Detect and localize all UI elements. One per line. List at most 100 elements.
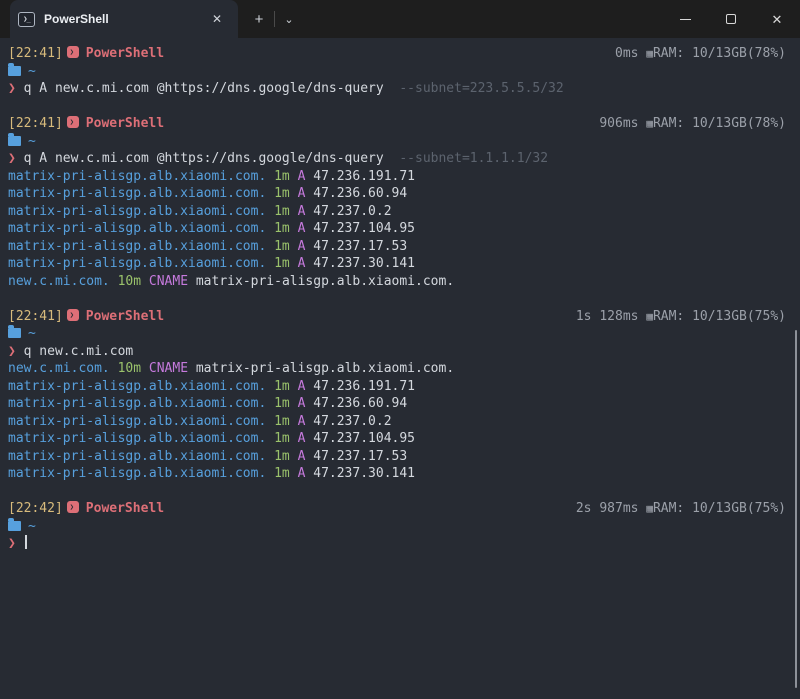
terminal-line-header: [22:42]PowerShell2s 987ms ▦RAM: 10/13GB(…	[8, 500, 786, 518]
dns-host: matrix-pri-alisgp.alb.xiaomi.com.	[8, 466, 274, 481]
dns-record-type: A	[298, 204, 314, 219]
terminal-line-cwd: ~	[8, 63, 786, 81]
close-icon: ✕	[772, 13, 783, 26]
ram-usage: RAM: 10/13GB(78%)	[653, 46, 786, 61]
line-left: ❯ q A new.c.mi.com @https://dns.google/d…	[8, 150, 548, 168]
ram-usage: RAM: 10/13GB(78%)	[653, 116, 786, 131]
dns-value: 47.237.30.141	[313, 256, 415, 271]
tab-dropdown-button[interactable]: ⌄	[277, 0, 301, 38]
terminal-line-cmd: ❯ q new.c.mi.com	[8, 343, 786, 361]
text-cursor	[25, 535, 27, 549]
folder-icon	[8, 66, 21, 76]
terminal-line-blank	[8, 98, 786, 116]
dns-record-type: A	[298, 221, 314, 236]
command-suggestion: --subnet=223.5.5.5/32	[384, 81, 564, 96]
timestamp: [22:41]	[8, 309, 63, 324]
powershell-segment-icon	[67, 116, 79, 128]
dns-ttl: 1m	[274, 186, 297, 201]
dns-value: 47.237.30.141	[313, 466, 415, 481]
prompt-icon: ❯	[8, 81, 24, 96]
shell-name: PowerShell	[86, 46, 164, 61]
command-duration: 2s 987ms	[576, 501, 646, 516]
dns-record-type: CNAME	[149, 274, 196, 289]
dns-ttl: 1m	[274, 466, 297, 481]
blank-line	[8, 99, 16, 114]
scrollbar-thumb[interactable]	[795, 330, 797, 688]
line-left: ❯ q new.c.mi.com	[8, 343, 133, 361]
dns-record-type: A	[298, 431, 314, 446]
line-right: 1s 128ms ▦RAM: 10/13GB(75%)	[576, 308, 786, 326]
dns-ttl: 1m	[274, 239, 297, 254]
line-left: matrix-pri-alisgp.alb.xiaomi.com. 1m A 4…	[8, 203, 392, 221]
dns-host: new.c.mi.com.	[8, 274, 118, 289]
terminal-line-header: [22:41] PowerShell 1s 128ms ▦RAM: 10/13GB(…	[8, 308, 786, 326]
dns-host: matrix-pri-alisgp.alb.xiaomi.com.	[8, 431, 274, 446]
dns-record-type: A	[298, 396, 314, 411]
dns-host: matrix-pri-alisgp.alb.xiaomi.com.	[8, 396, 274, 411]
terminal-line-record: matrix-pri-alisgp.alb.xiaomi.com. 1m A 4…	[8, 448, 786, 466]
dns-value: 47.236.60.94	[313, 186, 407, 201]
line-left: ❯ q A new.c.mi.com @https://dns.google/d…	[8, 80, 564, 98]
line-left: ~	[8, 325, 36, 343]
terminal-line-record: matrix-pri-alisgp.alb.xiaomi.com. 1m A 4…	[8, 430, 786, 448]
maximize-button[interactable]	[708, 0, 754, 38]
dns-ttl: 1m	[274, 221, 297, 236]
ram-icon: ▦	[646, 47, 653, 60]
command-duration: 906ms	[599, 116, 646, 131]
tab-strip: ❯_ PowerShell ✕	[0, 0, 238, 38]
terminal-line-record: matrix-pri-alisgp.alb.xiaomi.com. 1m A 4…	[8, 413, 786, 431]
folder-icon	[8, 136, 21, 146]
dns-ttl: 1m	[274, 414, 297, 429]
line-left: ~	[8, 63, 36, 81]
titlebar: ❯_ PowerShell ✕ + ⌄ ✕	[0, 0, 800, 38]
chevron-down-icon: ⌄	[284, 13, 293, 26]
dns-value: 47.237.17.53	[313, 239, 407, 254]
tab-powershell[interactable]: ❯_ PowerShell ✕	[10, 0, 238, 38]
terminal-line-record: matrix-pri-alisgp.alb.xiaomi.com. 1m A 4…	[8, 203, 786, 221]
line-left: matrix-pri-alisgp.alb.xiaomi.com. 1m A 4…	[8, 255, 415, 273]
dns-record-type: A	[298, 414, 314, 429]
terminal-lines: [22:41]PowerShell0ms ▦RAM: 10/13GB(78%)~…	[8, 45, 786, 553]
close-button[interactable]: ✕	[754, 0, 800, 38]
terminal-window: ❯_ PowerShell ✕ + ⌄ ✕ [22:41]PowerShell0…	[0, 0, 800, 699]
terminal-line-record: matrix-pri-alisgp.alb.xiaomi.com. 1m A 4…	[8, 465, 786, 483]
terminal-line-record: matrix-pri-alisgp.alb.xiaomi.com. 1m A 4…	[8, 378, 786, 396]
tab-close-button[interactable]: ✕	[206, 8, 228, 30]
terminal-line-header: [22:41] PowerShell 0ms ▦RAM: 10/13GB(78%)	[8, 45, 786, 63]
timestamp: [22:42]	[8, 501, 63, 516]
dns-value: 47.237.0.2	[313, 414, 391, 429]
new-tab-button[interactable]: +	[246, 0, 272, 38]
prompt-icon: ❯	[8, 151, 24, 166]
command-text: q A new.c.mi.com @https://dns.google/dns…	[24, 81, 384, 96]
dns-record-type: A	[298, 256, 314, 271]
ram-icon: ▦	[646, 310, 653, 323]
line-left: ❯	[8, 535, 27, 553]
dns-host: matrix-pri-alisgp.alb.xiaomi.com.	[8, 239, 274, 254]
line-left: matrix-pri-alisgp.alb.xiaomi.com. 1m A 4…	[8, 448, 407, 466]
dns-value: 47.237.17.53	[313, 449, 407, 464]
minimize-button[interactable]	[662, 0, 708, 38]
timestamp: [22:41]	[8, 46, 63, 61]
command-text: q new.c.mi.com	[24, 344, 134, 359]
dns-record-type: A	[298, 449, 314, 464]
dns-host: matrix-pri-alisgp.alb.xiaomi.com.	[8, 204, 274, 219]
terminal-line-record: new.c.mi.com. 10m CNAME matrix-pri-alisg…	[8, 273, 786, 291]
folder-icon	[8, 328, 21, 338]
line-left: [22:41]PowerShell	[8, 115, 164, 133]
shell-name: PowerShell	[86, 309, 164, 324]
terminal-line-cmd: ❯ q A new.c.mi.com @https://dns.google/d…	[8, 80, 786, 98]
terminal-line-record: new.c.mi.com. 10m CNAME matrix-pri-alisg…	[8, 360, 786, 378]
terminal[interactable]: [22:41]PowerShell0ms ▦RAM: 10/13GB(78%)~…	[0, 38, 800, 699]
titlebar-drag-region[interactable]	[301, 0, 662, 38]
dns-ttl: 1m	[274, 396, 297, 411]
cwd-path: ~	[28, 134, 36, 149]
line-left: ~	[8, 133, 36, 151]
line-left: matrix-pri-alisgp.alb.xiaomi.com. 1m A 4…	[8, 413, 392, 431]
blank-line	[8, 484, 16, 499]
line-right: 0ms ▦RAM: 10/13GB(78%)	[615, 45, 786, 63]
ram-usage: RAM: 10/13GB(75%)	[653, 309, 786, 324]
powershell-tab-icon: ❯_	[18, 12, 35, 27]
shell-name: PowerShell	[86, 501, 164, 516]
command-duration: 1s 128ms	[576, 309, 646, 324]
cwd-path: ~	[28, 519, 36, 534]
